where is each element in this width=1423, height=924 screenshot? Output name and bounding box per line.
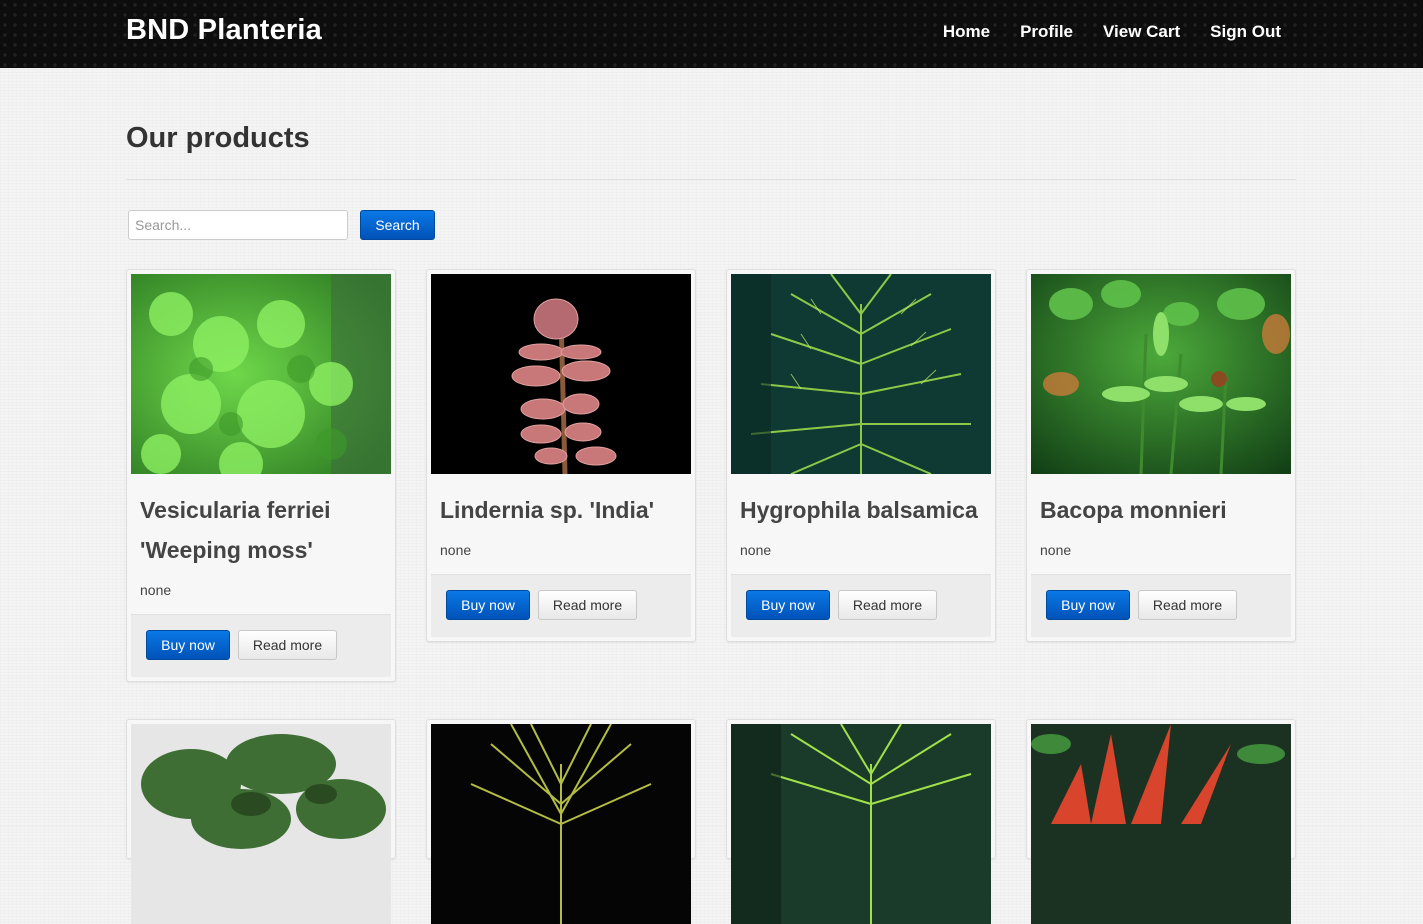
nav-view-cart[interactable]: View Cart xyxy=(1103,22,1180,42)
product-image[interactable] xyxy=(431,724,691,924)
read-more-button[interactable]: Read more xyxy=(538,590,637,620)
page-title: Our products xyxy=(126,122,310,154)
product-card xyxy=(426,719,696,924)
product-image[interactable] xyxy=(1031,724,1291,924)
search-input[interactable] xyxy=(128,210,348,240)
product-actions: Buy now Read more xyxy=(731,574,991,637)
product-card: Lindernia sp. 'India' none Buy now Read … xyxy=(426,269,696,642)
product-image-hygrophila[interactable] xyxy=(731,274,991,474)
product-image-bacopa[interactable] xyxy=(1031,274,1291,474)
product-description: none xyxy=(440,542,472,558)
product-name[interactable]: Bacopa monnieri xyxy=(1040,490,1282,530)
brand-logo[interactable]: BND Planteria xyxy=(126,14,322,47)
product-description: none xyxy=(140,582,172,598)
product-card: Vesicularia ferriei 'Weeping moss' none … xyxy=(126,269,396,682)
product-card xyxy=(126,719,396,924)
nav-home[interactable]: Home xyxy=(943,22,990,42)
read-more-button[interactable]: Read more xyxy=(238,630,337,660)
buy-now-button[interactable]: Buy now xyxy=(746,590,830,620)
nav-profile[interactable]: Profile xyxy=(1020,22,1073,42)
buy-now-button[interactable]: Buy now xyxy=(146,630,230,660)
product-description: none xyxy=(740,542,772,558)
product-image[interactable] xyxy=(131,724,391,924)
product-actions: Buy now Read more xyxy=(131,614,391,677)
product-card: Hygrophila balsamica none Buy now Read m… xyxy=(726,269,996,642)
product-actions: Buy now Read more xyxy=(1031,574,1291,637)
buy-now-button[interactable]: Buy now xyxy=(1046,590,1130,620)
product-actions: Buy now Read more xyxy=(431,574,691,637)
product-card: Bacopa monnieri none Buy now Read more xyxy=(1026,269,1296,642)
search-button[interactable]: Search xyxy=(360,210,435,240)
product-name[interactable]: Hygrophila balsamica xyxy=(740,490,982,530)
product-name[interactable]: Vesicularia ferriei 'Weeping moss' xyxy=(140,490,382,570)
product-name[interactable]: Lindernia sp. 'India' xyxy=(440,490,682,530)
product-description: none xyxy=(1040,542,1072,558)
buy-now-button[interactable]: Buy now xyxy=(446,590,530,620)
divider xyxy=(126,179,1296,180)
navbar: BND Planteria Home Profile View Cart Sig… xyxy=(0,0,1423,68)
nav-sign-out[interactable]: Sign Out xyxy=(1210,22,1281,42)
product-image-weeping-moss[interactable] xyxy=(131,274,391,474)
product-card xyxy=(726,719,996,924)
product-image[interactable] xyxy=(731,724,991,924)
product-image-lindernia[interactable] xyxy=(431,274,691,474)
nav-menu: Home Profile View Cart Sign Out xyxy=(943,22,1281,42)
product-card xyxy=(1026,719,1296,924)
read-more-button[interactable]: Read more xyxy=(838,590,937,620)
read-more-button[interactable]: Read more xyxy=(1138,590,1237,620)
